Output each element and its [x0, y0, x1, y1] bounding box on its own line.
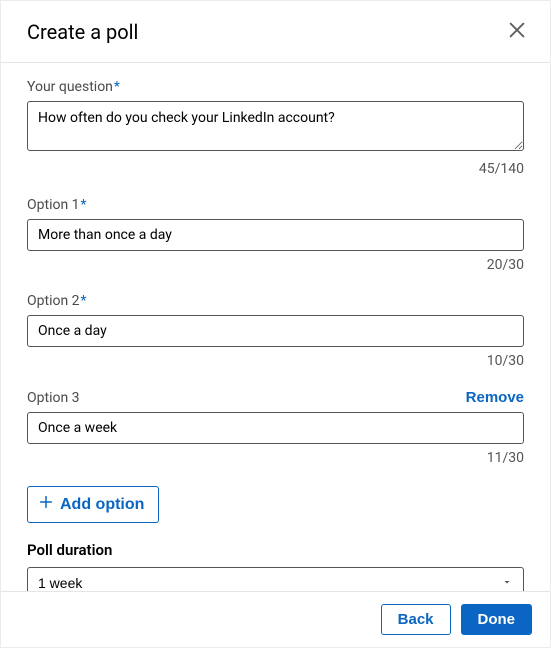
poll-duration-selected-value: 1 week: [38, 575, 82, 591]
option-1-input[interactable]: [27, 219, 524, 251]
poll-duration-select[interactable]: 1 week: [27, 567, 524, 591]
poll-duration-section: Poll duration 1 week: [27, 541, 524, 591]
caret-down-icon: [501, 575, 513, 591]
option-1-field: Option 1* 20/30: [27, 197, 524, 273]
question-field: Your question* 45/140: [27, 79, 524, 177]
option-2-char-counter: 10/30: [27, 353, 524, 369]
back-button[interactable]: Back: [381, 604, 451, 635]
option-label-text: Option 2: [27, 293, 80, 309]
required-marker: *: [114, 79, 120, 95]
question-label: Your question*: [27, 79, 524, 95]
option-1-label: Option 1*: [27, 197, 87, 213]
close-icon: [506, 19, 528, 44]
dialog-title: Create a poll: [27, 20, 138, 44]
remove-option-button[interactable]: Remove: [466, 389, 524, 406]
question-input[interactable]: [27, 101, 524, 151]
option-2-label: Option 2*: [27, 293, 87, 309]
poll-duration-label: Poll duration: [27, 541, 524, 559]
option-1-char-counter: 20/30: [27, 257, 524, 273]
add-option-label: Add option: [60, 496, 144, 514]
question-char-counter: 45/140: [27, 161, 524, 177]
dialog-header: Create a poll: [1, 1, 550, 63]
required-marker: *: [81, 197, 87, 213]
dialog-body[interactable]: Your question* 45/140 Option 1* 20/30 Op…: [1, 63, 550, 591]
option-3-char-counter: 11/30: [27, 450, 524, 466]
question-label-text: Your question: [27, 79, 113, 95]
plus-icon: [38, 494, 54, 515]
add-option-button[interactable]: Add option: [27, 486, 159, 523]
option-label-text: Option 1: [27, 197, 80, 213]
required-marker: *: [81, 293, 87, 309]
dialog-footer: Back Done: [1, 591, 550, 647]
close-button[interactable]: [502, 15, 532, 48]
option-label-text: Option 3: [27, 390, 80, 406]
option-3-input[interactable]: [27, 412, 524, 444]
option-2-input[interactable]: [27, 315, 524, 347]
create-poll-dialog: Create a poll Your question* 45/140 Opti…: [0, 0, 551, 648]
option-3-field: Option 3 Remove 11/30: [27, 389, 524, 466]
option-3-label: Option 3: [27, 390, 81, 406]
option-2-field: Option 2* 10/30: [27, 293, 524, 369]
done-button[interactable]: Done: [461, 604, 533, 635]
